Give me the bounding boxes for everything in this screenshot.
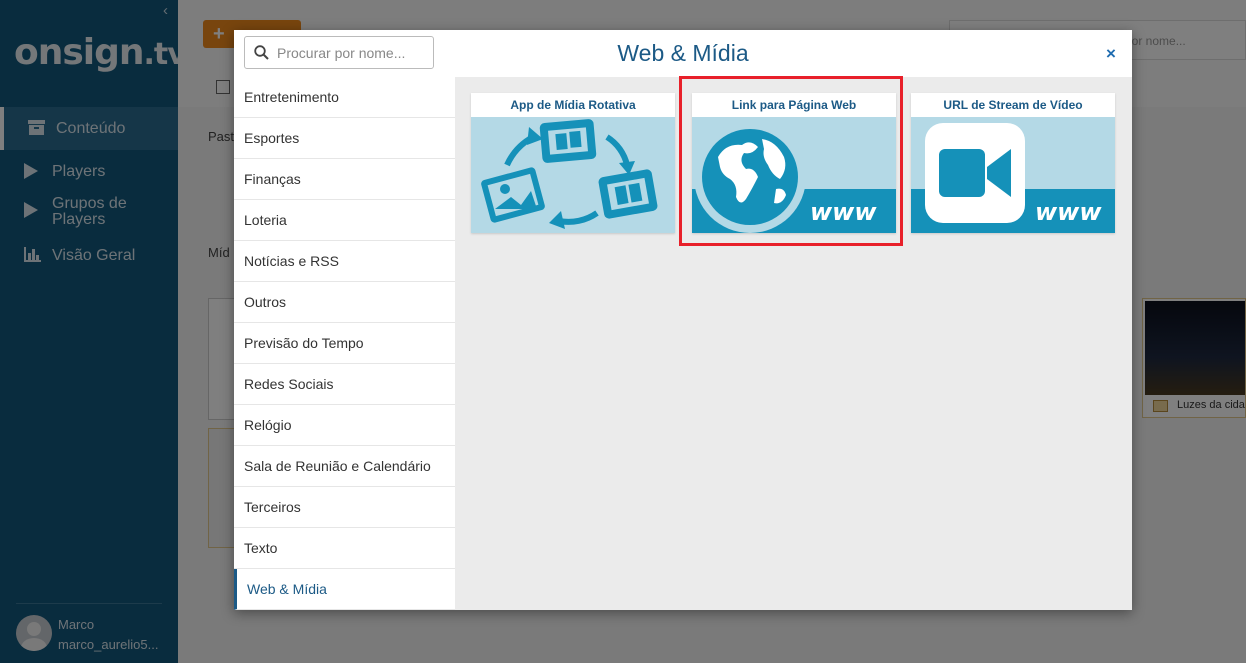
category-item[interactable]: Texto [234, 528, 455, 569]
www-label: www [810, 198, 877, 226]
category-item[interactable]: Previsão do Tempo [234, 323, 455, 364]
tile-title: App de Mídia Rotativa [510, 98, 636, 112]
category-item-web-midia[interactable]: Web & Mídia [234, 569, 455, 610]
category-list: Entretenimento Esportes Finanças Loteria… [234, 77, 455, 610]
category-item[interactable]: Redes Sociais [234, 364, 455, 405]
category-item[interactable]: Notícias e RSS [234, 241, 455, 282]
app-tile-link-pagina-web[interactable]: Link para Página Web www [692, 93, 896, 233]
video-camera-icon: www [911, 117, 1115, 233]
app-tile-stream-video[interactable]: URL de Stream de Vídeo www [911, 93, 1115, 233]
www-label: www [1035, 198, 1102, 226]
modal-header: Web & Mídia × [234, 30, 1132, 77]
category-item[interactable]: Finanças [234, 159, 455, 200]
close-icon[interactable]: × [1106, 44, 1116, 64]
rotating-media-icon [471, 117, 675, 233]
category-item[interactable]: Loteria [234, 200, 455, 241]
category-item[interactable]: Outros [234, 282, 455, 323]
category-item[interactable]: Entretenimento [234, 77, 455, 118]
modal-title: Web & Mídia [617, 40, 749, 66]
app-picker-modal: Web & Mídia × Entretenimento Esportes Fi… [234, 30, 1132, 610]
category-item[interactable]: Terceiros [234, 487, 455, 528]
category-item[interactable]: Sala de Reunião e Calendário [234, 446, 455, 487]
globe-www-icon: www [692, 117, 896, 233]
tile-title: URL de Stream de Vídeo [943, 98, 1083, 112]
category-item[interactable]: Relógio [234, 405, 455, 446]
app-tile-midia-rotativa[interactable]: App de Mídia Rotativa [471, 93, 675, 233]
category-item[interactable]: Esportes [234, 118, 455, 159]
tile-title: Link para Página Web [731, 98, 857, 112]
